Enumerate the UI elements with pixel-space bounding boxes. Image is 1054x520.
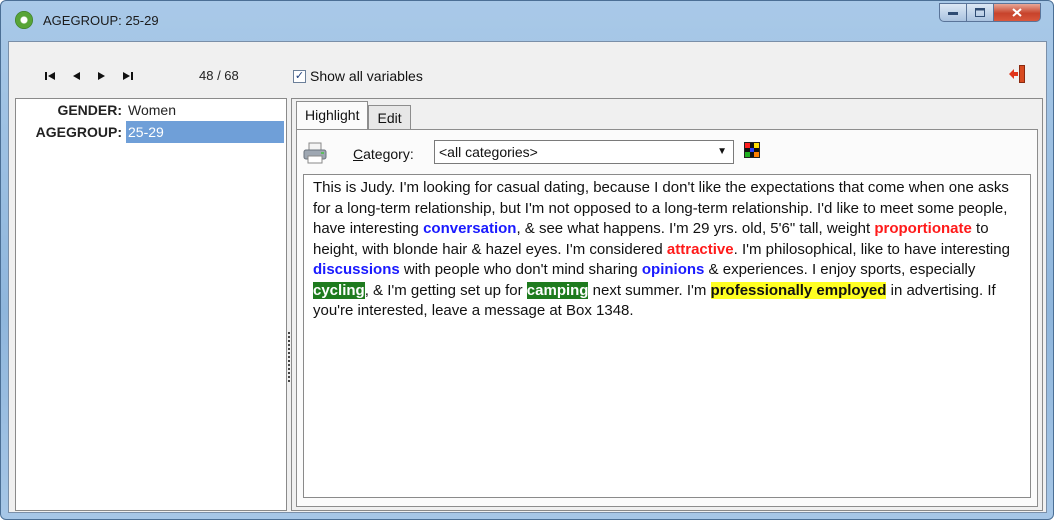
variable-row[interactable]: AGEGROUP: 25-29 [16, 121, 286, 143]
tab-strip: Highlight Edit [296, 101, 411, 129]
category-label-accelerator: C [353, 146, 364, 162]
variables-list: GENDER: Women AGEGROUP: 25-29 [16, 99, 286, 143]
record-counter: 48 / 68 [199, 68, 239, 83]
app-window: AGEGROUP: 25-29 48 / 68 ✓ Show all varia… [0, 0, 1054, 520]
next-record-icon [98, 72, 105, 80]
highlighted-term: conversation [423, 220, 517, 237]
variable-value: Women [128, 102, 176, 118]
highlighted-term: camping [526, 281, 589, 299]
app-icon[interactable] [15, 11, 33, 29]
first-record-icon [45, 72, 55, 80]
close-icon [1012, 8, 1022, 17]
next-record-button[interactable] [89, 68, 115, 84]
text-segment: , & I'm getting set up for [364, 281, 527, 299]
toolbar: 48 / 68 ✓ Show all variables [9, 42, 1046, 96]
print-button[interactable] [303, 142, 327, 164]
previous-record-icon [73, 72, 80, 80]
category-label-rest: ategory: [363, 146, 414, 162]
close-button[interactable] [994, 3, 1041, 22]
text-segment: with people who don't mind sharing [399, 261, 642, 278]
highlighted-term: proportionate [874, 220, 972, 237]
text-segment: next summer. I'm [588, 281, 711, 299]
window-title: AGEGROUP: 25-29 [43, 13, 159, 28]
category-label: Category: [353, 146, 414, 162]
highlighted-term: discussions [313, 261, 400, 278]
color-grid-icon[interactable] [744, 142, 760, 158]
variable-row[interactable]: GENDER: Women [16, 99, 286, 121]
variables-panel: GENDER: Women AGEGROUP: 25-29 [15, 98, 287, 511]
previous-record-button[interactable] [63, 68, 89, 84]
document-panel: Highlight Edit Category: <all categories… [291, 98, 1043, 511]
variable-name: GENDER: [57, 102, 122, 118]
show-all-variables-label[interactable]: Show all variables [310, 68, 423, 84]
highlighted-term: attractive [666, 240, 734, 258]
text-segment: , & see what happens. I'm 29 yrs. old, 5… [516, 220, 875, 237]
client-area: 48 / 68 ✓ Show all variables GENDER: Wome… [8, 41, 1047, 513]
exit-icon [1009, 65, 1025, 83]
exit-button[interactable] [1008, 64, 1028, 84]
highlighted-term: cycling [313, 281, 365, 299]
minimize-button[interactable] [939, 3, 967, 22]
text-segment: . I'm philosophical, like to have intere… [733, 240, 1010, 258]
highlighted-term: professionally employed [710, 281, 887, 299]
dropdown-arrow-icon[interactable]: ▼ [717, 141, 727, 163]
window-controls [939, 3, 1041, 23]
category-dropdown-value: <all categories> [439, 144, 538, 160]
show-all-variables-checkbox[interactable]: ✓ [293, 69, 306, 83]
minimize-icon [948, 11, 958, 15]
show-all-variables-toggle[interactable]: ✓ Show all variables [293, 68, 423, 84]
printer-icon [303, 142, 327, 164]
maximize-button[interactable] [967, 3, 994, 22]
first-record-button[interactable] [37, 68, 63, 84]
last-record-button[interactable] [115, 68, 141, 84]
highlight-tab-pane: Category: <all categories> ▼ This is Jud… [296, 129, 1038, 507]
record-navigation [37, 68, 141, 84]
category-dropdown[interactable]: <all categories> ▼ [434, 140, 734, 164]
tab-highlight[interactable]: Highlight [296, 101, 369, 129]
tab-edit[interactable]: Edit [368, 105, 411, 129]
variable-value: 25-29 [126, 121, 284, 143]
last-record-icon [123, 72, 133, 80]
variable-name: AGEGROUP: [35, 124, 122, 140]
text-segment: & experiences. I enjoy sports, especiall… [704, 261, 976, 278]
document-text[interactable]: This is Judy. I'm looking for casual dat… [303, 174, 1031, 498]
maximize-icon [975, 8, 985, 17]
highlighted-term: opinions [641, 261, 705, 278]
title-bar[interactable]: AGEGROUP: 25-29 [1, 1, 1053, 41]
